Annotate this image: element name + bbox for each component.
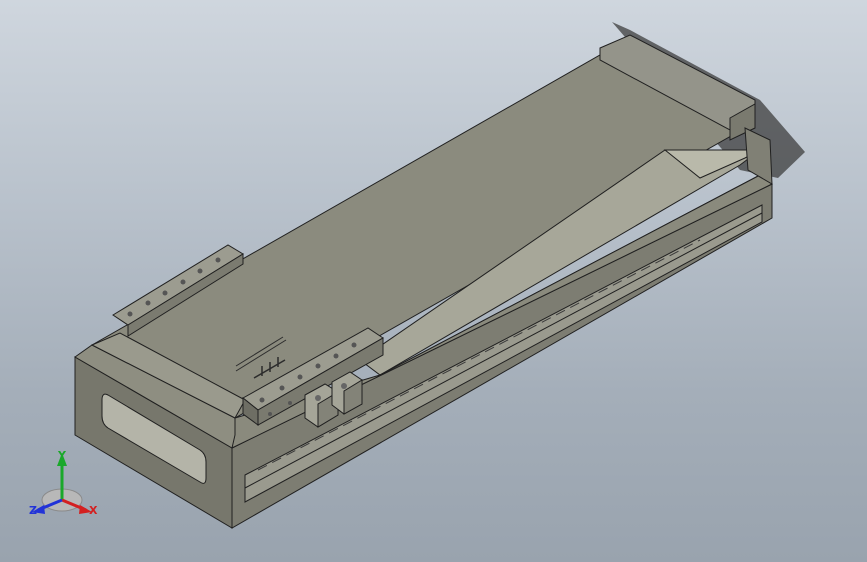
triad-y-label: Y	[58, 449, 66, 462]
triad-x-label: X	[89, 504, 98, 517]
sensor-1-hole	[315, 395, 321, 401]
graphics-viewport[interactable]: X Y Z	[0, 0, 867, 562]
orientation-triad	[32, 453, 92, 514]
sensor-2-hole	[341, 383, 347, 389]
triad-z-label: Z	[29, 504, 37, 517]
linear-actuator-model[interactable]	[0, 0, 867, 562]
